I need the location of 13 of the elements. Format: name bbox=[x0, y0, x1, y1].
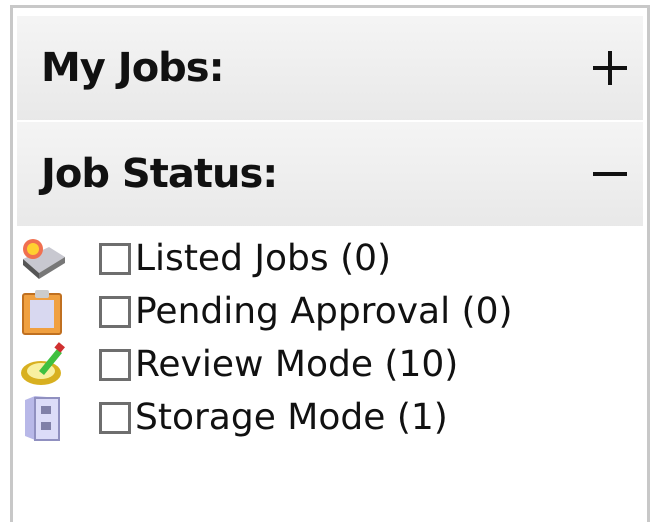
section-title: My Jobs: bbox=[41, 45, 224, 91]
plus-icon[interactable] bbox=[593, 51, 627, 85]
status-label: Pending Approval (0) bbox=[135, 291, 513, 332]
checkbox[interactable] bbox=[99, 348, 131, 380]
section-header[interactable]: My Jobs: bbox=[17, 16, 643, 120]
status-label: Listed Jobs (0) bbox=[135, 238, 392, 279]
checkbox[interactable] bbox=[99, 242, 131, 274]
status-label: Storage Mode (1) bbox=[135, 397, 448, 438]
section-title: Job Status: bbox=[41, 151, 278, 197]
section-header[interactable]: Job Status: bbox=[17, 122, 643, 226]
checkbox[interactable] bbox=[99, 296, 131, 328]
status-label: Review Mode (10) bbox=[135, 344, 458, 385]
checkbox[interactable] bbox=[99, 402, 131, 434]
